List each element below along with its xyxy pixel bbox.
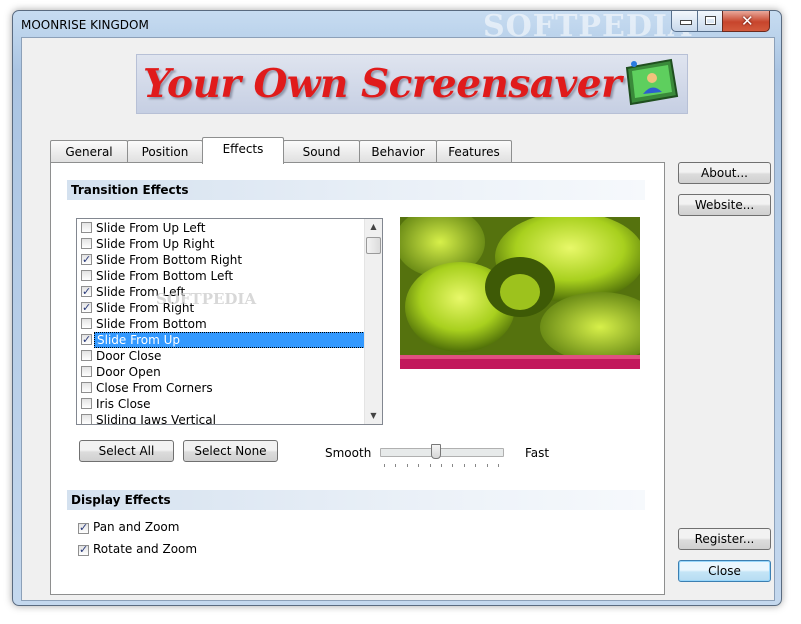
speed-slider-track[interactable]	[380, 448, 504, 457]
speed-fast-label: Fast	[525, 446, 550, 460]
list-item[interactable]: Slide From Up	[77, 332, 365, 348]
list-item[interactable]: Close From Corners	[77, 380, 364, 396]
list-item-label: Iris Close	[96, 397, 151, 411]
close-button[interactable]: Close	[678, 560, 771, 582]
transition-effects-list[interactable]: Slide From Up Left Slide From Up Right Sli…	[76, 218, 383, 425]
tab-sound[interactable]: Sound	[283, 140, 360, 163]
banner-title: Your Own Screensaver	[143, 61, 622, 107]
rotate-zoom-label: Rotate and Zoom	[93, 542, 198, 556]
window-title: MOONRISE KINGDOM	[21, 18, 149, 32]
tab-features[interactable]: Features	[436, 140, 512, 163]
register-button[interactable]: Register...	[678, 528, 771, 550]
select-all-button[interactable]: Select All	[79, 440, 174, 462]
slider-tick	[441, 464, 442, 467]
list-item[interactable]: Slide From Bottom Right	[77, 252, 364, 268]
list-item-checkbox[interactable]	[81, 284, 92, 300]
effects-panel: Transition Effects Slide From Up Left Sli…	[50, 162, 665, 595]
list-item-label: Slide From Left	[96, 285, 186, 299]
banner-word-screensaver: Screensaver	[360, 61, 622, 107]
minimize-icon	[680, 20, 692, 25]
slider-tick	[486, 464, 488, 467]
list-item-checkbox[interactable]	[81, 366, 92, 377]
effect-preview-image	[400, 217, 640, 369]
window-close-button[interactable]: ✕	[722, 11, 770, 32]
list-item-label: Slide From Bottom	[96, 317, 207, 331]
title-bar[interactable]: MOONRISE KINGDOM SOFTPEDIA ✕	[13, 9, 781, 44]
slider-tick	[418, 464, 420, 467]
tab-general[interactable]: General	[50, 140, 128, 163]
tab-behavior[interactable]: Behavior	[359, 140, 437, 163]
list-item-checkbox[interactable]	[81, 318, 92, 329]
list-item-label: Sliding Jaws Vertical	[96, 413, 216, 425]
list-item[interactable]: Slide From Left	[77, 284, 364, 300]
list-item-checkbox[interactable]	[81, 252, 92, 268]
list-item[interactable]: Sliding Jaws Vertical	[77, 412, 364, 425]
speed-slider-thumb[interactable]	[431, 444, 442, 459]
list-item[interactable]: Slide From Up Right	[77, 236, 364, 252]
list-item-label: Slide From Up	[94, 332, 365, 348]
list-item-label: Slide From Up Right	[96, 237, 215, 251]
list-item-checkbox[interactable]	[81, 270, 92, 281]
pan-zoom-label: Pan and Zoom	[93, 520, 180, 534]
list-item-checkbox[interactable]	[81, 398, 92, 409]
tab-position[interactable]: Position	[127, 140, 203, 163]
slider-tick	[406, 464, 408, 467]
banner-word-your: Your	[143, 61, 241, 107]
scroll-thumb[interactable]	[366, 237, 381, 254]
list-item-checkbox[interactable]	[81, 414, 92, 424]
list-item-checkbox[interactable]	[81, 382, 92, 393]
slider-tick	[395, 464, 397, 467]
slider-tick	[463, 464, 465, 467]
slider-tick	[475, 464, 477, 467]
list-item-label: Door Close	[96, 349, 162, 363]
list-item-checkbox[interactable]	[81, 300, 92, 316]
tab-effects[interactable]: Effects	[202, 137, 284, 164]
list-item[interactable]: Door Open	[77, 364, 364, 380]
list-item-label: Slide From Bottom Right	[96, 253, 243, 267]
minimize-button[interactable]	[671, 11, 699, 32]
pan-zoom-checkbox[interactable]	[78, 521, 89, 534]
list-item-checkbox[interactable]	[81, 332, 92, 348]
list-item-label: Slide From Right	[96, 301, 195, 315]
close-icon: ✕	[741, 12, 754, 30]
list-item-label: Door Open	[96, 365, 161, 379]
list-item-checkbox[interactable]	[81, 350, 92, 361]
list-item[interactable]: Slide From Bottom Left	[77, 268, 364, 284]
list-item-label: Close From Corners	[96, 381, 213, 395]
slider-tick	[384, 464, 385, 467]
rotate-zoom-checkbox[interactable]	[78, 543, 89, 556]
scroll-down-icon[interactable]: ▼	[367, 409, 380, 423]
slider-tick	[498, 464, 499, 467]
banner-word-own: Own	[253, 61, 348, 107]
list-item-checkbox[interactable]	[81, 222, 92, 233]
maximize-icon	[705, 16, 716, 25]
list-item[interactable]: Iris Close	[77, 396, 364, 412]
list-item-label: Slide From Bottom Left	[96, 269, 234, 283]
app-banner: Your Own Screensaver	[136, 54, 688, 114]
list-scrollbar[interactable]: ▲ ▼	[364, 219, 382, 424]
website-button[interactable]: Website...	[678, 194, 771, 216]
list-item[interactable]: Slide From Up Left	[77, 220, 364, 236]
dialog-client: Your Own Screensaver General Position Ef…	[21, 37, 775, 601]
scroll-up-icon[interactable]: ▲	[367, 220, 380, 234]
transition-effects-header: Transition Effects	[67, 180, 645, 200]
maximize-button[interactable]	[697, 11, 724, 32]
slider-tick	[429, 464, 431, 467]
select-none-button[interactable]: Select None	[183, 440, 278, 462]
screen-user-icon	[625, 58, 679, 106]
list-item-checkbox[interactable]	[81, 238, 92, 249]
slider-tick	[452, 464, 454, 467]
display-effects-header: Display Effects	[67, 490, 645, 510]
app-window: MOONRISE KINGDOM SOFTPEDIA ✕ Your Own Sc…	[12, 9, 782, 606]
list-item[interactable]: Door Close	[77, 348, 364, 364]
list-item[interactable]: Slide From Bottom	[77, 316, 364, 332]
list-item[interactable]: Slide From Right	[77, 300, 364, 316]
about-button[interactable]: About...	[678, 162, 771, 184]
list-item-label: Slide From Up Left	[96, 221, 206, 235]
speed-smooth-label: Smooth	[325, 446, 372, 460]
